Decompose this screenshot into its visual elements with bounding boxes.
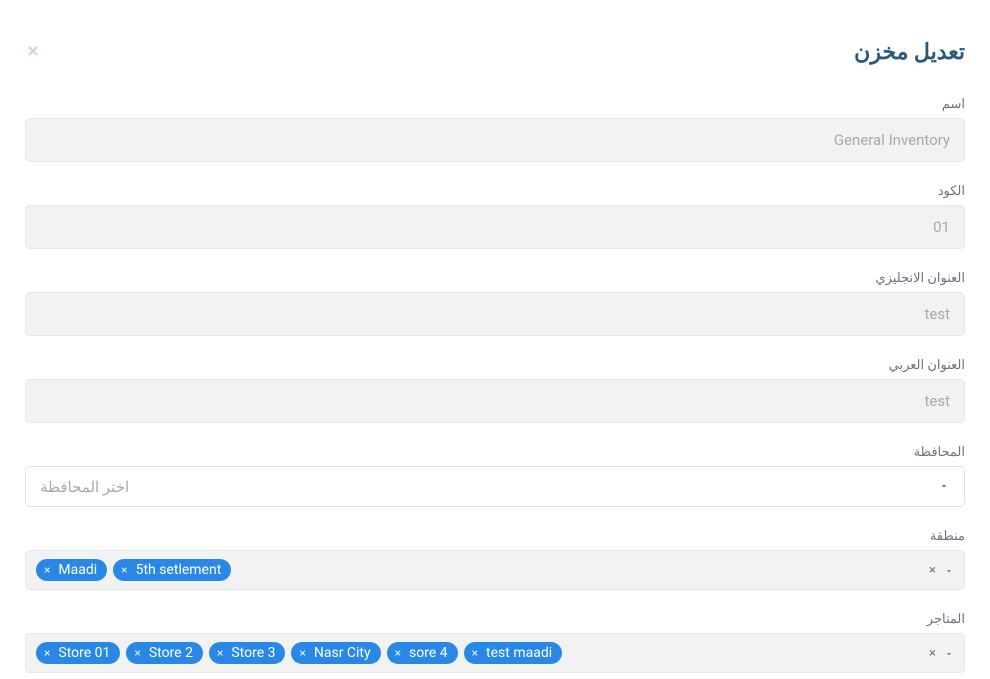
name-input[interactable] — [25, 118, 965, 162]
stores-tag: Nasr City × — [291, 642, 380, 664]
stores-tag: Store 3 × — [209, 642, 286, 664]
zone-label: منطقة — [25, 529, 965, 544]
stores-label: المتاجر — [25, 612, 965, 627]
zone-tag-remove-icon[interactable]: × — [44, 563, 50, 577]
code-label: الكود — [25, 184, 965, 199]
zone-tag-label: Maadi — [58, 562, 97, 578]
zone-tag-label: 5th setlement — [136, 562, 222, 578]
stores-tag-label: Store 2 — [149, 645, 193, 661]
stores-multiselect[interactable]: Store 01×Store 2×Store 3×Nasr City×sore … — [25, 633, 965, 673]
stores-tag: Store 2 × — [126, 642, 203, 664]
stores-tag: sore 4 × — [387, 642, 458, 664]
address-en-label: العنوان الانجليزي — [25, 271, 965, 286]
address-en-input[interactable] — [25, 292, 965, 336]
stores-tag-label: Store 3 — [231, 645, 275, 661]
stores-tag: Store 01 × — [36, 642, 120, 664]
governorate-placeholder: اختر المحافظة — [40, 478, 129, 496]
close-icon — [25, 43, 41, 59]
chevron-down-icon[interactable] — [944, 561, 954, 580]
zone-tag: 5th setlement × — [113, 559, 231, 581]
name-label: اسم — [25, 97, 965, 112]
zone-multiselect[interactable]: Maadi × 5th setlement × × — [25, 550, 965, 590]
stores-tag-label: sore 4 — [409, 645, 448, 661]
stores-tag-remove-icon[interactable]: × — [44, 646, 50, 660]
modal-title: تعديل مخزن — [854, 40, 965, 65]
address-ar-input[interactable] — [25, 379, 965, 423]
stores-tag-remove-icon[interactable]: × — [134, 646, 140, 660]
stores-tag-label: Nasr City — [314, 645, 371, 661]
zone-tag: Maadi × — [36, 559, 107, 581]
stores-tag-remove-icon[interactable]: × — [395, 646, 401, 660]
governorate-label: المحافظة — [25, 445, 965, 460]
stores-tag-remove-icon[interactable]: × — [299, 646, 305, 660]
zone-clear-icon[interactable]: × — [929, 563, 936, 578]
close-button[interactable] — [25, 43, 41, 63]
code-input[interactable] — [25, 205, 965, 249]
stores-tag-remove-icon[interactable]: × — [217, 646, 223, 660]
address-ar-label: العنوان العربي — [25, 358, 965, 373]
stores-tag-remove-icon[interactable]: × — [472, 646, 478, 660]
stores-tag-label: test maadi — [486, 645, 552, 661]
stores-clear-icon[interactable]: × — [929, 646, 936, 661]
chevron-down-icon — [938, 477, 950, 496]
stores-tag-label: Store 01 — [58, 645, 110, 661]
zone-tag-remove-icon[interactable]: × — [121, 563, 127, 577]
chevron-down-icon[interactable] — [944, 644, 954, 663]
governorate-select[interactable]: اختر المحافظة — [25, 466, 965, 507]
stores-tag: test maadi × — [464, 642, 563, 664]
